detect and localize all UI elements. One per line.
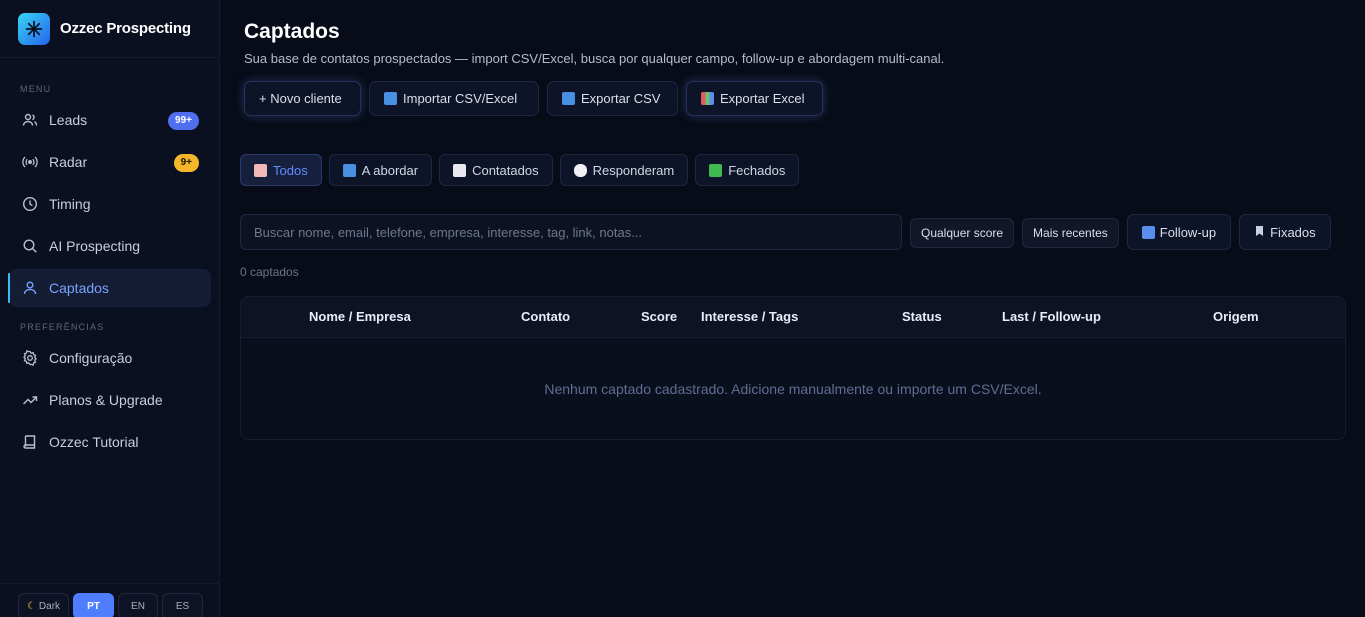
sidebar-item-leads[interactable]: Leads 99+ <box>8 101 211 139</box>
pinned-label: Fixados <box>1270 224 1316 240</box>
column-header-interesse-tags[interactable]: Interesse / Tags <box>701 309 798 324</box>
sidebar-item-label: Timing <box>49 196 91 212</box>
theme-toggle[interactable]: ☾ Dark <box>18 593 69 617</box>
download-arrow-icon <box>562 92 575 105</box>
search-input[interactable] <box>240 214 902 250</box>
app-root: Ozzec Prospecting MENU Leads 99+ Radar 9… <box>0 0 1365 617</box>
menu-section-label: MENU <box>20 84 52 94</box>
upload-arrow-icon <box>384 92 397 105</box>
tab-label: Contatados <box>472 162 539 178</box>
clock-icon <box>22 196 38 212</box>
new-client-button[interactable]: + Novo cliente <box>244 81 361 116</box>
gear-icon <box>22 350 38 366</box>
sidebar-footer: ☾ Dark PT EN ES <box>0 583 219 617</box>
export-excel-button[interactable]: Exportar Excel <box>686 81 823 116</box>
score-filter-select[interactable]: Qualquer score <box>910 218 1015 248</box>
tab-label: Todos <box>273 162 308 178</box>
pinned-filter-button[interactable]: Fixados <box>1239 214 1331 250</box>
preferences-section-label: PREFERÊNCIAS <box>20 322 105 332</box>
user-icon <box>22 280 38 296</box>
tab-label: Responderam <box>592 162 675 178</box>
empty-state-message: Nenhum captado cadastrado. Adicione manu… <box>544 381 1042 397</box>
new-badge-icon <box>342 163 356 177</box>
main-content: Captados Sua base de contatos prospectad… <box>220 0 1365 617</box>
sidebar-item-label: Captados <box>49 280 109 296</box>
tab-label: Fechados <box>728 162 786 178</box>
leads-count-badge: 99+ <box>168 112 199 130</box>
sidebar-item-label: Configuração <box>49 350 133 366</box>
check-box-icon <box>709 163 723 177</box>
clipboard-icon <box>254 163 267 177</box>
sidebar-item-ai-prospecting[interactable]: AI Prospecting <box>8 227 211 265</box>
tab-label: A abordar <box>361 162 419 178</box>
sidebar-item-planos-upgrade[interactable]: Planos & Upgrade <box>8 381 211 419</box>
sidebar-item-ozzec-tutorial[interactable]: Ozzec Tutorial <box>8 423 211 461</box>
radar-count-badge: 9+ <box>173 154 199 172</box>
calendar-icon <box>1141 225 1155 239</box>
sort-select[interactable]: Mais recentes <box>1022 218 1119 248</box>
column-header-nome-empresa[interactable]: Nome / Empresa <box>309 309 411 324</box>
sidebar-item-label: Planos & Upgrade <box>49 392 163 408</box>
column-header-origem[interactable]: Origem <box>1213 309 1259 324</box>
column-header-score[interactable]: Score <box>641 309 677 324</box>
sidebar-item-label: Ozzec Tutorial <box>49 434 139 450</box>
captados-table: Nome / Empresa Contato Score Interesse /… <box>240 296 1346 440</box>
sidebar-item-label: Leads <box>49 112 88 128</box>
action-bar: + Novo cliente Importar CSV/Excel Export… <box>244 81 823 116</box>
sidebar-item-configuracao[interactable]: Configuração <box>8 339 211 377</box>
radar-waves-icon <box>22 154 38 170</box>
brand-logo-icon <box>18 12 50 45</box>
language-pt-button[interactable]: PT <box>73 593 114 617</box>
column-header-status[interactable]: Status <box>902 309 942 324</box>
followup-label: Follow-up <box>1159 224 1217 240</box>
envelope-icon <box>453 163 467 177</box>
tab-fechados[interactable]: Fechados <box>695 154 800 186</box>
tab-contatados[interactable]: Contatados <box>439 154 553 186</box>
sidebar-item-timing[interactable]: Timing <box>8 185 211 223</box>
search-icon <box>22 238 38 254</box>
sidebar: Ozzec Prospecting MENU Leads 99+ Radar 9… <box>0 0 220 617</box>
users-icon <box>22 112 38 128</box>
import-label: Importar CSV/Excel <box>403 91 518 106</box>
column-header-contato[interactable]: Contato <box>521 309 570 324</box>
table-header: Nome / Empresa Contato Score Interesse /… <box>241 297 1345 338</box>
export-csv-label: Exportar CSV <box>581 91 661 106</box>
trending-up-icon <box>22 392 38 408</box>
theme-label: Dark <box>38 600 61 612</box>
export-excel-label: Exportar Excel <box>720 91 805 106</box>
page-title: Captados <box>244 20 340 43</box>
bar-chart-icon <box>701 92 714 105</box>
sidebar-item-radar[interactable]: Radar 9+ <box>8 143 211 181</box>
page-subtitle: Sua base de contatos prospectados — impo… <box>244 51 945 66</box>
tab-todos[interactable]: Todos <box>240 154 322 186</box>
export-csv-button[interactable]: Exportar CSV <box>547 81 678 116</box>
sidebar-item-captados[interactable]: Captados <box>8 269 211 307</box>
sidebar-item-label: AI Prospecting <box>49 238 141 254</box>
language-es-button[interactable]: ES <box>162 593 203 617</box>
brand[interactable]: Ozzec Prospecting <box>0 0 219 58</box>
moon-icon: ☾ <box>26 600 36 612</box>
brand-name: Ozzec Prospecting <box>60 20 191 37</box>
results-count: 0 captados <box>240 265 299 279</box>
sidebar-item-label: Radar <box>49 154 88 170</box>
status-tabs: Todos A abordar Contatados Responderam F… <box>240 154 800 186</box>
tab-a-abordar[interactable]: A abordar <box>328 154 433 186</box>
book-icon <box>22 434 38 450</box>
column-header-last-followup[interactable]: Last / Follow-up <box>1002 309 1101 324</box>
search-filter-row: Qualquer score Mais recentes Follow-up F… <box>240 214 1346 250</box>
import-csv-excel-button[interactable]: Importar CSV/Excel <box>369 81 539 116</box>
followup-filter-button[interactable]: Follow-up <box>1126 214 1232 250</box>
bookmark-icon <box>1254 225 1265 240</box>
language-en-button[interactable]: EN <box>118 593 158 617</box>
tab-responderam[interactable]: Responderam <box>559 154 689 186</box>
speech-bubble-icon <box>573 163 587 177</box>
